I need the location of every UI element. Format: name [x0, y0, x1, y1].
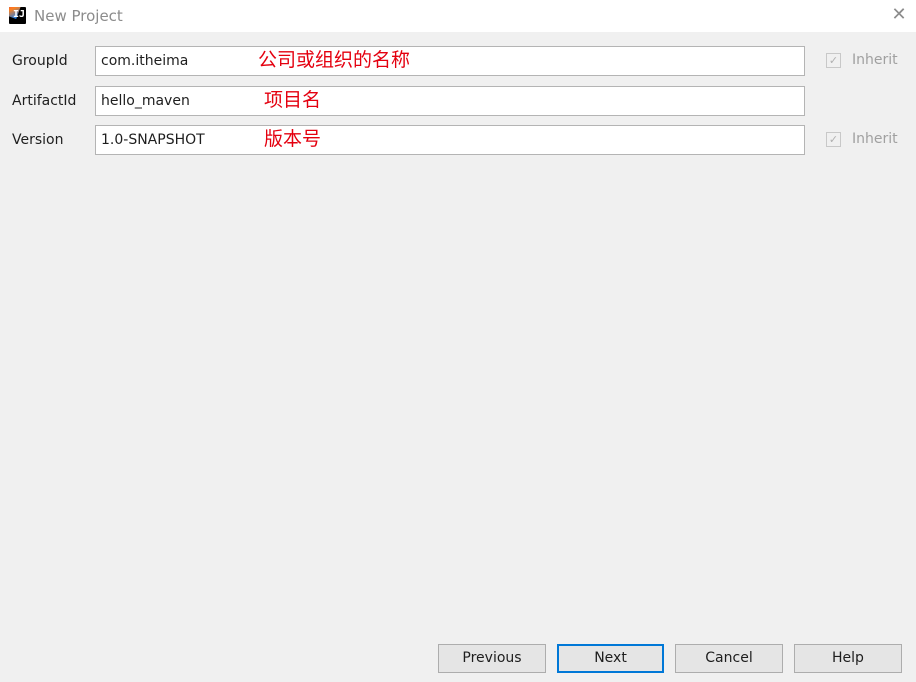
version-annotation: 版本号: [264, 128, 322, 150]
next-button[interactable]: Next: [557, 644, 664, 673]
cancel-button[interactable]: Cancel: [675, 644, 783, 673]
title-bar: IJ New Project ✕: [0, 0, 916, 32]
close-icon[interactable]: ✕: [888, 4, 910, 26]
groupid-inherit-label: Inherit: [852, 52, 898, 68]
version-row: Version 1.0-SNAPSHOT 版本号 ✓ Inherit: [0, 125, 916, 155]
previous-button[interactable]: Previous: [438, 644, 546, 673]
artifactid-value: hello_maven: [101, 93, 190, 109]
artifactid-annotation: 项目名: [264, 89, 322, 111]
groupid-label: GroupId: [12, 53, 68, 69]
artifactid-row: ArtifactId hello_maven 项目名: [0, 86, 916, 116]
version-value: 1.0-SNAPSHOT: [101, 132, 205, 148]
groupid-row: GroupId com.itheima 公司或组织的名称 ✓ Inherit: [0, 46, 916, 76]
help-button[interactable]: Help: [794, 644, 902, 673]
groupid-value: com.itheima: [101, 53, 189, 69]
artifactid-label: ArtifactId: [12, 93, 77, 109]
groupid-annotation: 公司或组织的名称: [258, 49, 411, 71]
intellij-idea-icon: IJ: [9, 7, 26, 24]
artifactid-input[interactable]: hello_maven: [95, 86, 805, 116]
version-input[interactable]: 1.0-SNAPSHOT: [95, 125, 805, 155]
checkmark-icon: ✓: [826, 132, 841, 147]
version-inherit-label: Inherit: [852, 131, 898, 147]
groupid-input[interactable]: com.itheima: [95, 46, 805, 76]
version-label: Version: [12, 132, 64, 148]
checkmark-icon: ✓: [826, 53, 841, 68]
window-title: New Project: [34, 7, 123, 25]
